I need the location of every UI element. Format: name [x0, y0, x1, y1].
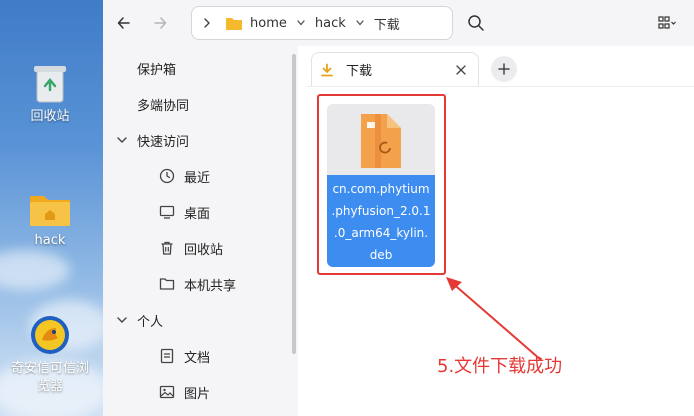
folder-outline-icon: [158, 275, 176, 293]
breadcrumb-hack[interactable]: hack: [315, 16, 346, 31]
sidebar-item-desktop[interactable]: 桌面: [158, 194, 210, 230]
grid-view-icon: [658, 16, 676, 29]
desktop-icon-label-line1: 奇安信可信浏: [10, 361, 89, 376]
sidebar-item-local-share[interactable]: 本机共享: [158, 266, 236, 302]
tab-label: 下载: [346, 64, 373, 79]
add-tab-button[interactable]: [491, 56, 517, 82]
sidebar-item-label: 本机共享: [184, 278, 237, 294]
chevron-down-icon[interactable]: [113, 311, 131, 329]
breadcrumb-expand-button[interactable]: [192, 17, 222, 29]
forward-arrow-icon: [154, 17, 167, 29]
breadcrumb-label: 下载: [373, 17, 400, 33]
sidebar-group-quick-access[interactable]: 快速访问: [113, 122, 189, 158]
plus-icon: [498, 63, 510, 75]
browser-icon: [31, 316, 69, 354]
sidebar-item-label: 最近: [184, 170, 211, 186]
chevron-down-icon[interactable]: [113, 131, 131, 149]
download-icon: [320, 63, 336, 77]
sidebar-scrollbar[interactable]: [292, 54, 296, 354]
annotation-text: 5.文件下载成功: [437, 356, 563, 377]
chevron-down-icon[interactable]: [295, 19, 307, 27]
sidebar-item-label: 文档: [184, 350, 211, 366]
search-icon: [468, 15, 484, 31]
chevron-right-icon: [204, 18, 210, 28]
tab-downloads[interactable]: 下载: [311, 52, 479, 86]
home-folder-icon: [226, 17, 242, 30]
sidebar-item-label: 保护箱: [137, 62, 177, 78]
view-mode-button[interactable]: [655, 11, 679, 35]
sidebar-item-multi-device[interactable]: 多端协同: [137, 86, 189, 122]
sidebar-item-pictures[interactable]: 图片: [158, 374, 210, 410]
sidebar-item-trash[interactable]: 回收站: [158, 230, 223, 266]
close-icon[interactable]: [454, 63, 468, 77]
breadcrumb-home[interactable]: home: [226, 16, 287, 31]
address-bar[interactable]: home hack 下载: [191, 6, 453, 40]
image-icon: [158, 383, 176, 401]
desktop-icon-label: 回收站: [30, 109, 70, 124]
file-manager-window: home hack 下载 保护箱 多端协同 快速访问 最近 桌面 回收站 本机共…: [103, 0, 694, 416]
sidebar-item-documents[interactable]: 文档: [158, 338, 210, 374]
tab-divider: [306, 86, 694, 87]
annotation-highlight-box: [317, 94, 446, 275]
sidebar-group-personal[interactable]: 个人: [113, 302, 163, 338]
clock-icon: [158, 167, 176, 185]
sidebar-item-label: 桌面: [184, 206, 211, 222]
desktop-icon-browser[interactable]: 奇安信可信浏 览器: [0, 314, 100, 396]
sidebar-item-label: 回收站: [184, 242, 224, 258]
sidebar-item-vault[interactable]: 保护箱: [137, 50, 176, 86]
sidebar-group-label: 个人: [137, 314, 164, 330]
sidebar-item-recent[interactable]: 最近: [158, 158, 210, 194]
desktop-icon-label-line2: 览器: [36, 379, 63, 394]
breadcrumb-downloads[interactable]: 下载: [374, 14, 400, 33]
breadcrumb-label: hack: [314, 15, 346, 31]
document-icon: [158, 347, 176, 365]
forward-button[interactable]: [148, 11, 172, 35]
sidebar-item-label: 图片: [184, 386, 211, 402]
main-content: 下载 cn.com.phytium .phyfusion_2.0.1 .0_ar…: [306, 46, 694, 416]
desktop-icon-label: hack: [34, 233, 66, 248]
trash-icon: [158, 239, 176, 257]
search-button[interactable]: [464, 11, 488, 35]
desktop: 回收站 hack 奇安信可信浏 览器: [0, 0, 103, 416]
breadcrumb-label: home: [250, 15, 287, 31]
desktop-icon-hack-folder[interactable]: hack: [0, 190, 100, 250]
sidebar-group-label: 快速访问: [137, 134, 190, 150]
sidebar: 保护箱 多端协同 快速访问 最近 桌面 回收站 本机共享 个人 文档 图片: [103, 46, 298, 416]
back-arrow-icon: [117, 17, 130, 29]
folder-icon: [30, 196, 70, 226]
chevron-down-icon[interactable]: [354, 19, 366, 27]
monitor-icon: [158, 203, 176, 221]
toolbar: home hack 下载: [103, 0, 694, 46]
recycle-bin-icon: [34, 66, 66, 103]
desktop-icon-recycle-bin[interactable]: 回收站: [0, 62, 100, 126]
back-button[interactable]: [112, 11, 136, 35]
sidebar-item-label: 多端协同: [137, 98, 190, 114]
cloud: [0, 250, 70, 290]
